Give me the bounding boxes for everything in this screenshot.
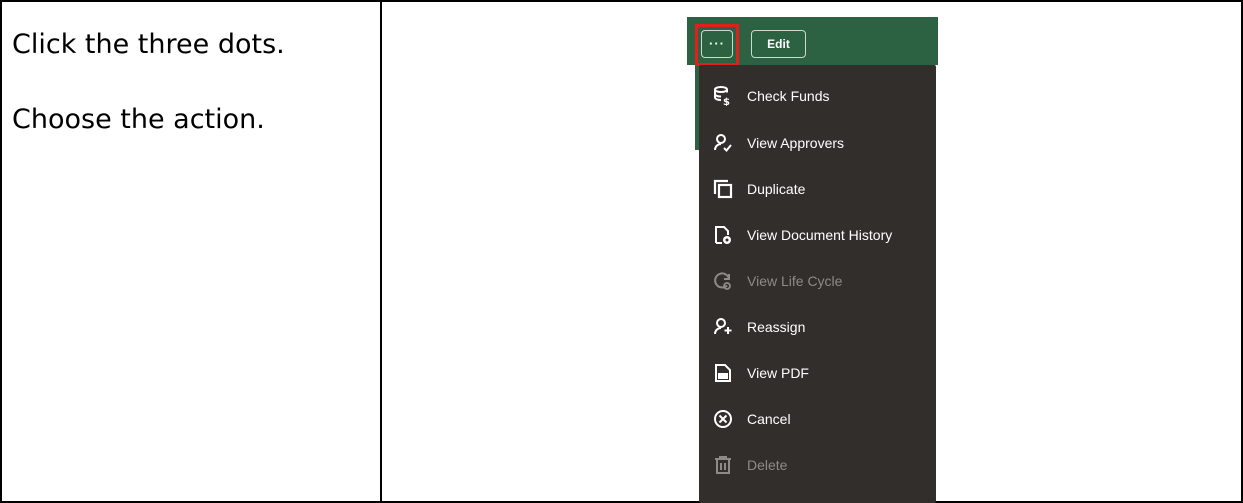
instruction-table: Click the three dots. Choose the action. [0,0,1243,503]
menu-item-view-approvers[interactable]: View Approvers [699,120,936,165]
cancel-icon [713,409,733,429]
app-screenshot: ··· Edit $ Check Funds View Approvers Du… [682,17,938,503]
menu-item-label: Reassign [747,318,806,335]
pdf-icon [713,363,733,383]
menu-item-reassign[interactable]: Reassign [699,304,936,349]
duplicate-icon [713,179,733,199]
svg-text:$: $ [723,97,730,106]
menu-item-label: Delete [747,456,788,473]
reassign-icon [713,317,733,337]
menu-item-delete: Delete [699,442,936,487]
menu-item-label: Check Funds [747,87,830,104]
menu-item-duplicate[interactable]: Duplicate [699,166,936,211]
approvers-icon [713,133,733,153]
menu-item-label: Cancel [747,410,791,427]
menu-item-view-life-cycle: View Life Cycle [699,258,936,303]
menu-item-label: Duplicate [747,180,806,197]
document-history-icon [713,225,733,245]
menu-item-cancel[interactable]: Cancel [699,396,936,441]
funds-icon: $ [713,85,733,106]
instruction-cell: Click the three dots. Choose the action. [0,0,382,503]
menu-item-label: View PDF [747,364,809,381]
menu-item-view-pdf[interactable]: View PDF [699,350,936,395]
menu-item-check-funds[interactable]: $ Check Funds [699,73,936,118]
menu-item-label: View Life Cycle [747,272,843,289]
menu-item-label: View Approvers [747,134,845,151]
menu-item-label: View Document History [747,226,893,243]
instruction-step-1: Click the three dots. [12,29,285,60]
highlight-box [695,24,739,66]
menu-item-view-document-history[interactable]: View Document History [699,212,936,257]
life-cycle-icon [713,271,733,291]
edit-button[interactable]: Edit [751,30,806,58]
instruction-step-2: Choose the action. [12,104,265,135]
trash-icon [713,455,733,475]
